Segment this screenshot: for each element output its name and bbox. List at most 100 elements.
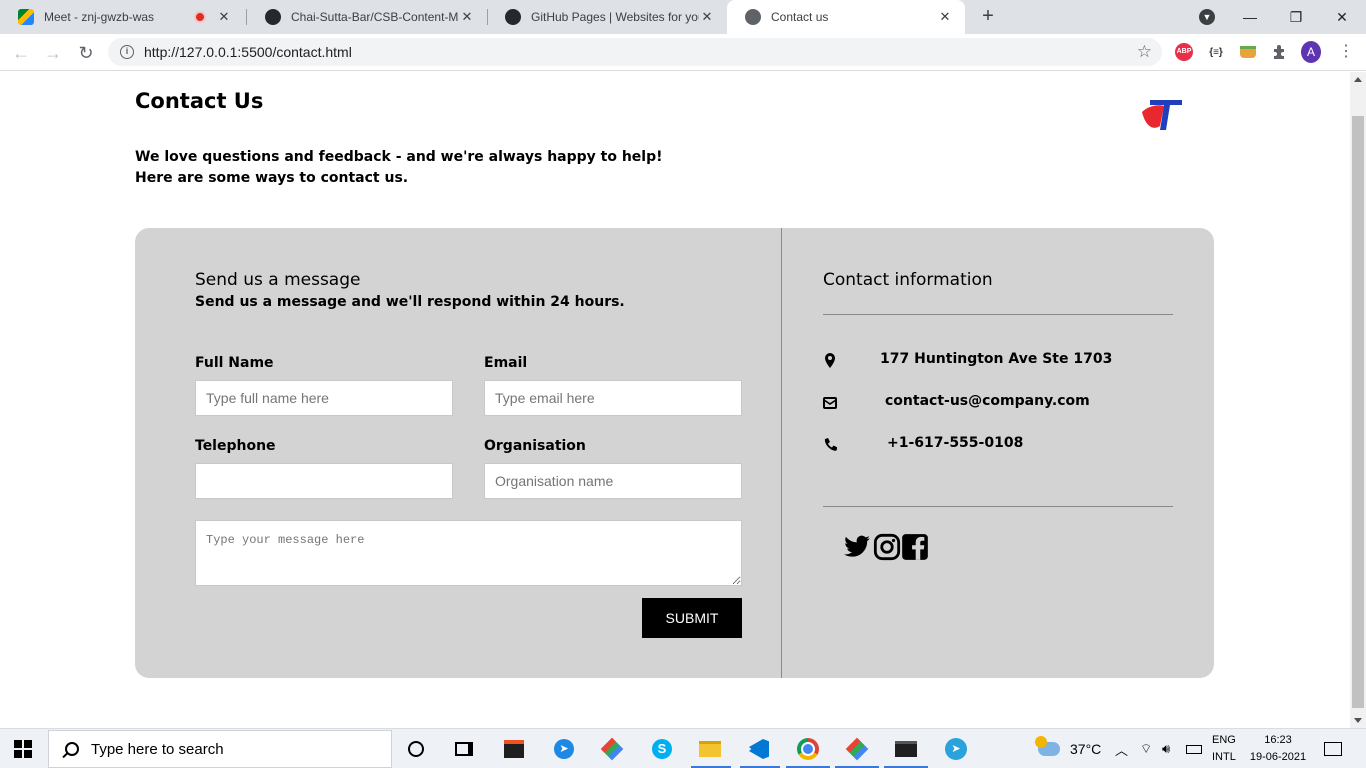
back-button[interactable]: ← (10, 42, 32, 64)
envelope-icon (823, 397, 837, 409)
github-icon (505, 9, 521, 25)
email-row: contact-us@company.com (823, 393, 1173, 413)
browser-menu-button[interactable]: ⋮ (1336, 42, 1356, 62)
minimize-button[interactable]: — (1227, 0, 1273, 34)
contact-info-title: Contact information (823, 270, 993, 290)
new-tab-button[interactable]: + (978, 6, 998, 26)
map-pin-icon (825, 353, 835, 368)
scroll-up-arrow-icon[interactable] (1354, 77, 1362, 82)
language-indicator[interactable]: ENG INTL (1212, 732, 1236, 766)
json-icon: {≡} (1209, 46, 1223, 58)
git-app-2[interactable] (845, 737, 869, 761)
store-app[interactable] (502, 737, 526, 761)
chevron-up-icon: ︿ (1115, 742, 1129, 758)
tab-search-button[interactable]: ▼ (1184, 0, 1230, 34)
tab-meet[interactable]: Meet - znj-gwzb-was ✕ (0, 0, 244, 34)
close-window-button[interactable]: ✕ (1319, 0, 1365, 34)
adblock-icon: ABP (1175, 43, 1193, 61)
email-text[interactable]: contact-us@company.com (885, 393, 1090, 409)
git-app[interactable] (600, 737, 624, 761)
file-explorer-app[interactable] (698, 737, 722, 761)
forward-button[interactable]: → (42, 42, 64, 64)
contact-info-rule-bottom (823, 506, 1173, 507)
restore-button[interactable]: ❐ (1273, 0, 1319, 34)
forward-arrow-icon: → (44, 43, 62, 63)
app-blue[interactable]: ➤ (552, 737, 576, 761)
battery-icon (1186, 744, 1202, 754)
tab-github-pages[interactable]: GitHub Pages | Websites for you ✕ (487, 0, 727, 34)
telephone-input[interactable] (195, 463, 453, 499)
adblock-extension[interactable]: ABP (1174, 42, 1194, 62)
close-tab-icon[interactable]: ✕ (937, 9, 953, 25)
taskbar-search-box[interactable]: Type here to search (48, 730, 392, 768)
close-tab-icon[interactable]: ✕ (699, 9, 715, 25)
instagram-icon[interactable] (873, 533, 901, 561)
intro-line-2: Here are some ways to contact us. (135, 170, 409, 186)
diamond-icon (600, 737, 624, 761)
cortana-button[interactable] (404, 737, 428, 761)
battery-button[interactable] (1186, 729, 1202, 768)
card-divider (781, 228, 782, 678)
system-clock[interactable]: 16:23 19-06-2021 (1246, 732, 1310, 766)
chrome-app[interactable] (796, 737, 820, 761)
scroll-down-arrow-icon[interactable] (1354, 718, 1362, 723)
address-bar[interactable]: i http://127.0.0.1:5500/contact.html ☆ (108, 38, 1162, 66)
terminal-icon (895, 741, 917, 757)
globe-icon (745, 9, 761, 25)
avatar: A (1301, 41, 1321, 63)
address-text: 177 Huntington Ave Ste 1703 (880, 351, 1113, 367)
notification-center-button[interactable] (1324, 729, 1342, 768)
profile-button[interactable]: A (1301, 41, 1321, 63)
reload-button[interactable]: ↻ (75, 42, 97, 64)
reload-icon: ↻ (78, 43, 94, 63)
site-info-icon[interactable]: i (120, 45, 134, 59)
address-row: 177 Huntington Ave Ste 1703 (823, 351, 1173, 371)
email-input[interactable] (484, 380, 742, 416)
clock-time: 16:23 (1264, 734, 1292, 746)
close-tab-icon[interactable]: ✕ (459, 9, 475, 25)
weather-widget[interactable]: 37°C (1035, 729, 1101, 768)
basket-extension[interactable] (1238, 42, 1258, 62)
skype-app[interactable]: S (650, 737, 674, 761)
twitter-icon[interactable] (843, 533, 871, 561)
bookmark-star-icon[interactable]: ☆ (1137, 42, 1152, 62)
tab-chai-sutta-bar[interactable]: Chai-Sutta-Bar/CSB-Content-Mar ✕ (247, 0, 487, 34)
tab-contact-us[interactable]: Contact us ✕ (727, 0, 965, 34)
basket-icon (1240, 46, 1256, 58)
kebab-menu-icon: ⋮ (1338, 43, 1354, 60)
json-extension[interactable]: {≡} (1206, 42, 1226, 62)
windows-taskbar: Type here to search ➤ S ➤ 37°C ︿ ⌔ 🔊︎ EN… (0, 728, 1366, 768)
brand-logo (1142, 100, 1182, 130)
page-scrollbar[interactable] (1350, 72, 1366, 728)
url-text[interactable]: http://127.0.0.1:5500/contact.html (144, 44, 352, 60)
message-textarea[interactable] (195, 520, 742, 586)
phone-text[interactable]: +1-617-555-0108 (887, 435, 1023, 451)
restore-icon: ❐ (1289, 8, 1303, 25)
taskbar-search-placeholder: Type here to search (91, 740, 224, 758)
telegram-app[interactable]: ➤ (944, 737, 968, 761)
language-line-2: INTL (1212, 751, 1236, 763)
vscode-app[interactable] (747, 737, 771, 761)
close-tab-icon[interactable]: ✕ (216, 9, 232, 25)
submit-button[interactable]: SUBMIT (642, 598, 742, 638)
extensions-button[interactable] (1270, 42, 1290, 62)
volume-button[interactable]: 🔊︎ (1162, 729, 1170, 768)
task-view-icon (455, 742, 473, 756)
scrollbar-thumb[interactable] (1352, 116, 1364, 708)
notification-icon (1324, 742, 1342, 756)
organisation-input[interactable] (484, 463, 742, 499)
back-arrow-icon: ← (12, 43, 30, 63)
recording-icon (194, 11, 206, 23)
network-button[interactable]: ⌔ (1140, 729, 1152, 768)
full-name-input[interactable] (195, 380, 453, 416)
show-hidden-icons-button[interactable]: ︿ (1115, 729, 1128, 768)
task-view-button[interactable] (452, 737, 476, 761)
browser-tabstrip: Meet - znj-gwzb-was ✕ Chai-Sutta-Bar/CSB… (0, 0, 1366, 34)
terminal-app[interactable] (894, 737, 918, 761)
windows-start-icon[interactable] (14, 740, 32, 758)
search-icon (65, 742, 79, 756)
telegram-icon: ➤ (945, 738, 967, 760)
facebook-icon[interactable] (901, 533, 929, 561)
paper-plane-icon: ➤ (554, 739, 574, 759)
folder-icon (699, 741, 721, 757)
